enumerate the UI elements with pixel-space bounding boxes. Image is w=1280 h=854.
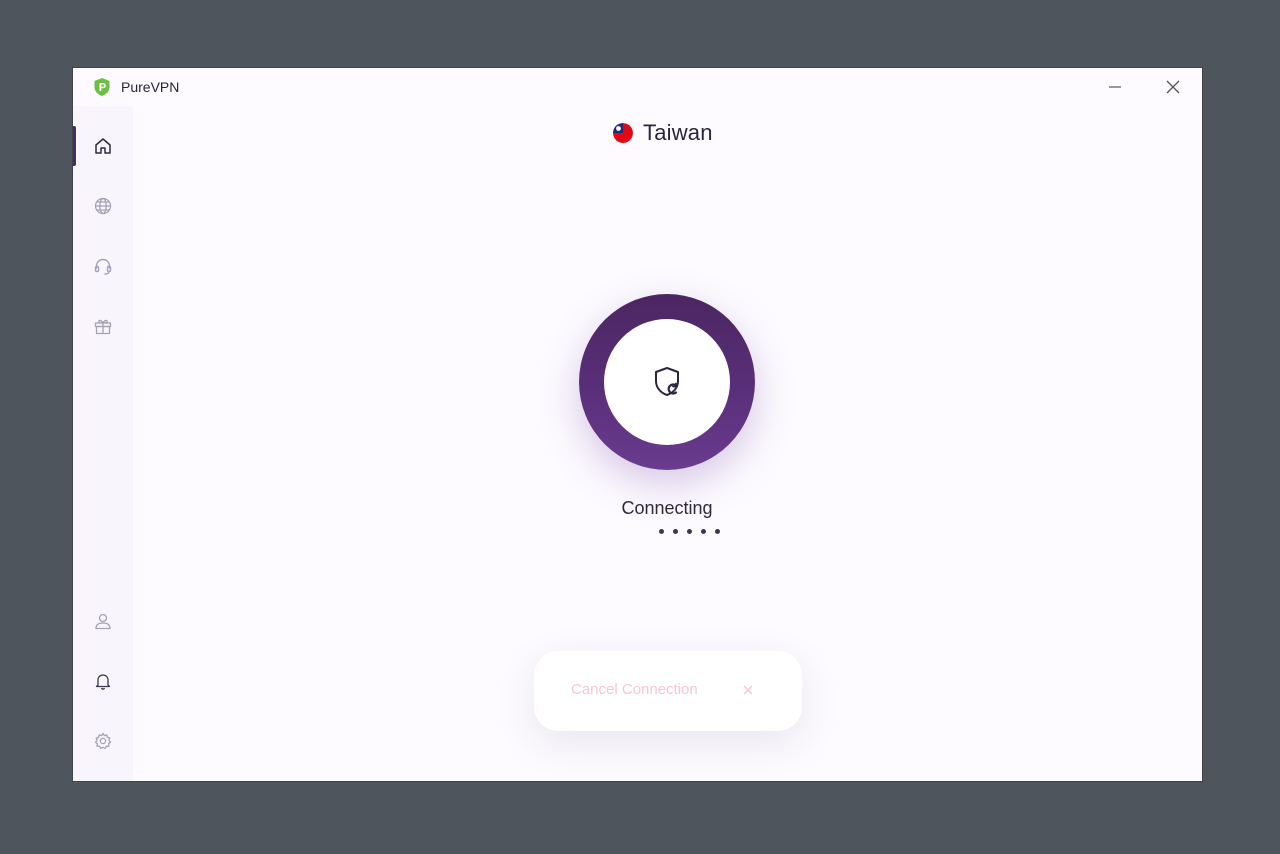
globe-icon [94, 197, 112, 215]
cancel-connection-panel: Cancel Connection [534, 651, 802, 731]
selected-location[interactable]: Taiwan [613, 120, 713, 146]
sidebar-item-home[interactable] [73, 126, 133, 166]
shield-connecting-icon [655, 367, 679, 396]
minimize-button[interactable] [1092, 72, 1138, 102]
loading-dot [715, 529, 720, 534]
purevpn-logo-icon [94, 78, 110, 96]
loading-dot [673, 529, 678, 534]
headset-icon [94, 258, 112, 275]
minimize-icon [1109, 86, 1121, 88]
taiwan-flag-icon [613, 123, 633, 143]
close-button[interactable] [1150, 72, 1196, 102]
loading-dot [687, 529, 692, 534]
home-icon [95, 138, 111, 154]
sidebar-item-settings[interactable] [73, 721, 133, 761]
cancel-connection-button[interactable]: Cancel Connection [571, 681, 698, 698]
app-window: PureVPN Taiwan Connecting Cancel Connect… [73, 68, 1202, 781]
close-icon[interactable] [740, 682, 756, 698]
app-title: PureVPN [121, 79, 180, 95]
close-icon [1166, 80, 1180, 94]
sidebar-item-account[interactable] [73, 601, 133, 641]
gift-icon [94, 319, 112, 335]
loading-dot [701, 529, 706, 534]
sidebar-item-rewards[interactable] [73, 306, 133, 346]
loading-dot [659, 529, 664, 534]
gear-icon [94, 732, 112, 750]
title-bar: PureVPN [73, 68, 1202, 106]
user-icon [95, 613, 111, 630]
bell-icon [95, 674, 111, 690]
connect-button[interactable] [579, 294, 755, 470]
connect-button-inner [604, 319, 730, 445]
location-name: Taiwan [643, 120, 713, 145]
sidebar [73, 106, 133, 781]
loading-dots [659, 529, 720, 534]
sidebar-item-notifications[interactable] [73, 661, 133, 701]
sidebar-item-support[interactable] [73, 246, 133, 286]
connection-status: Connecting [621, 498, 713, 518]
sidebar-item-locations[interactable] [73, 186, 133, 226]
